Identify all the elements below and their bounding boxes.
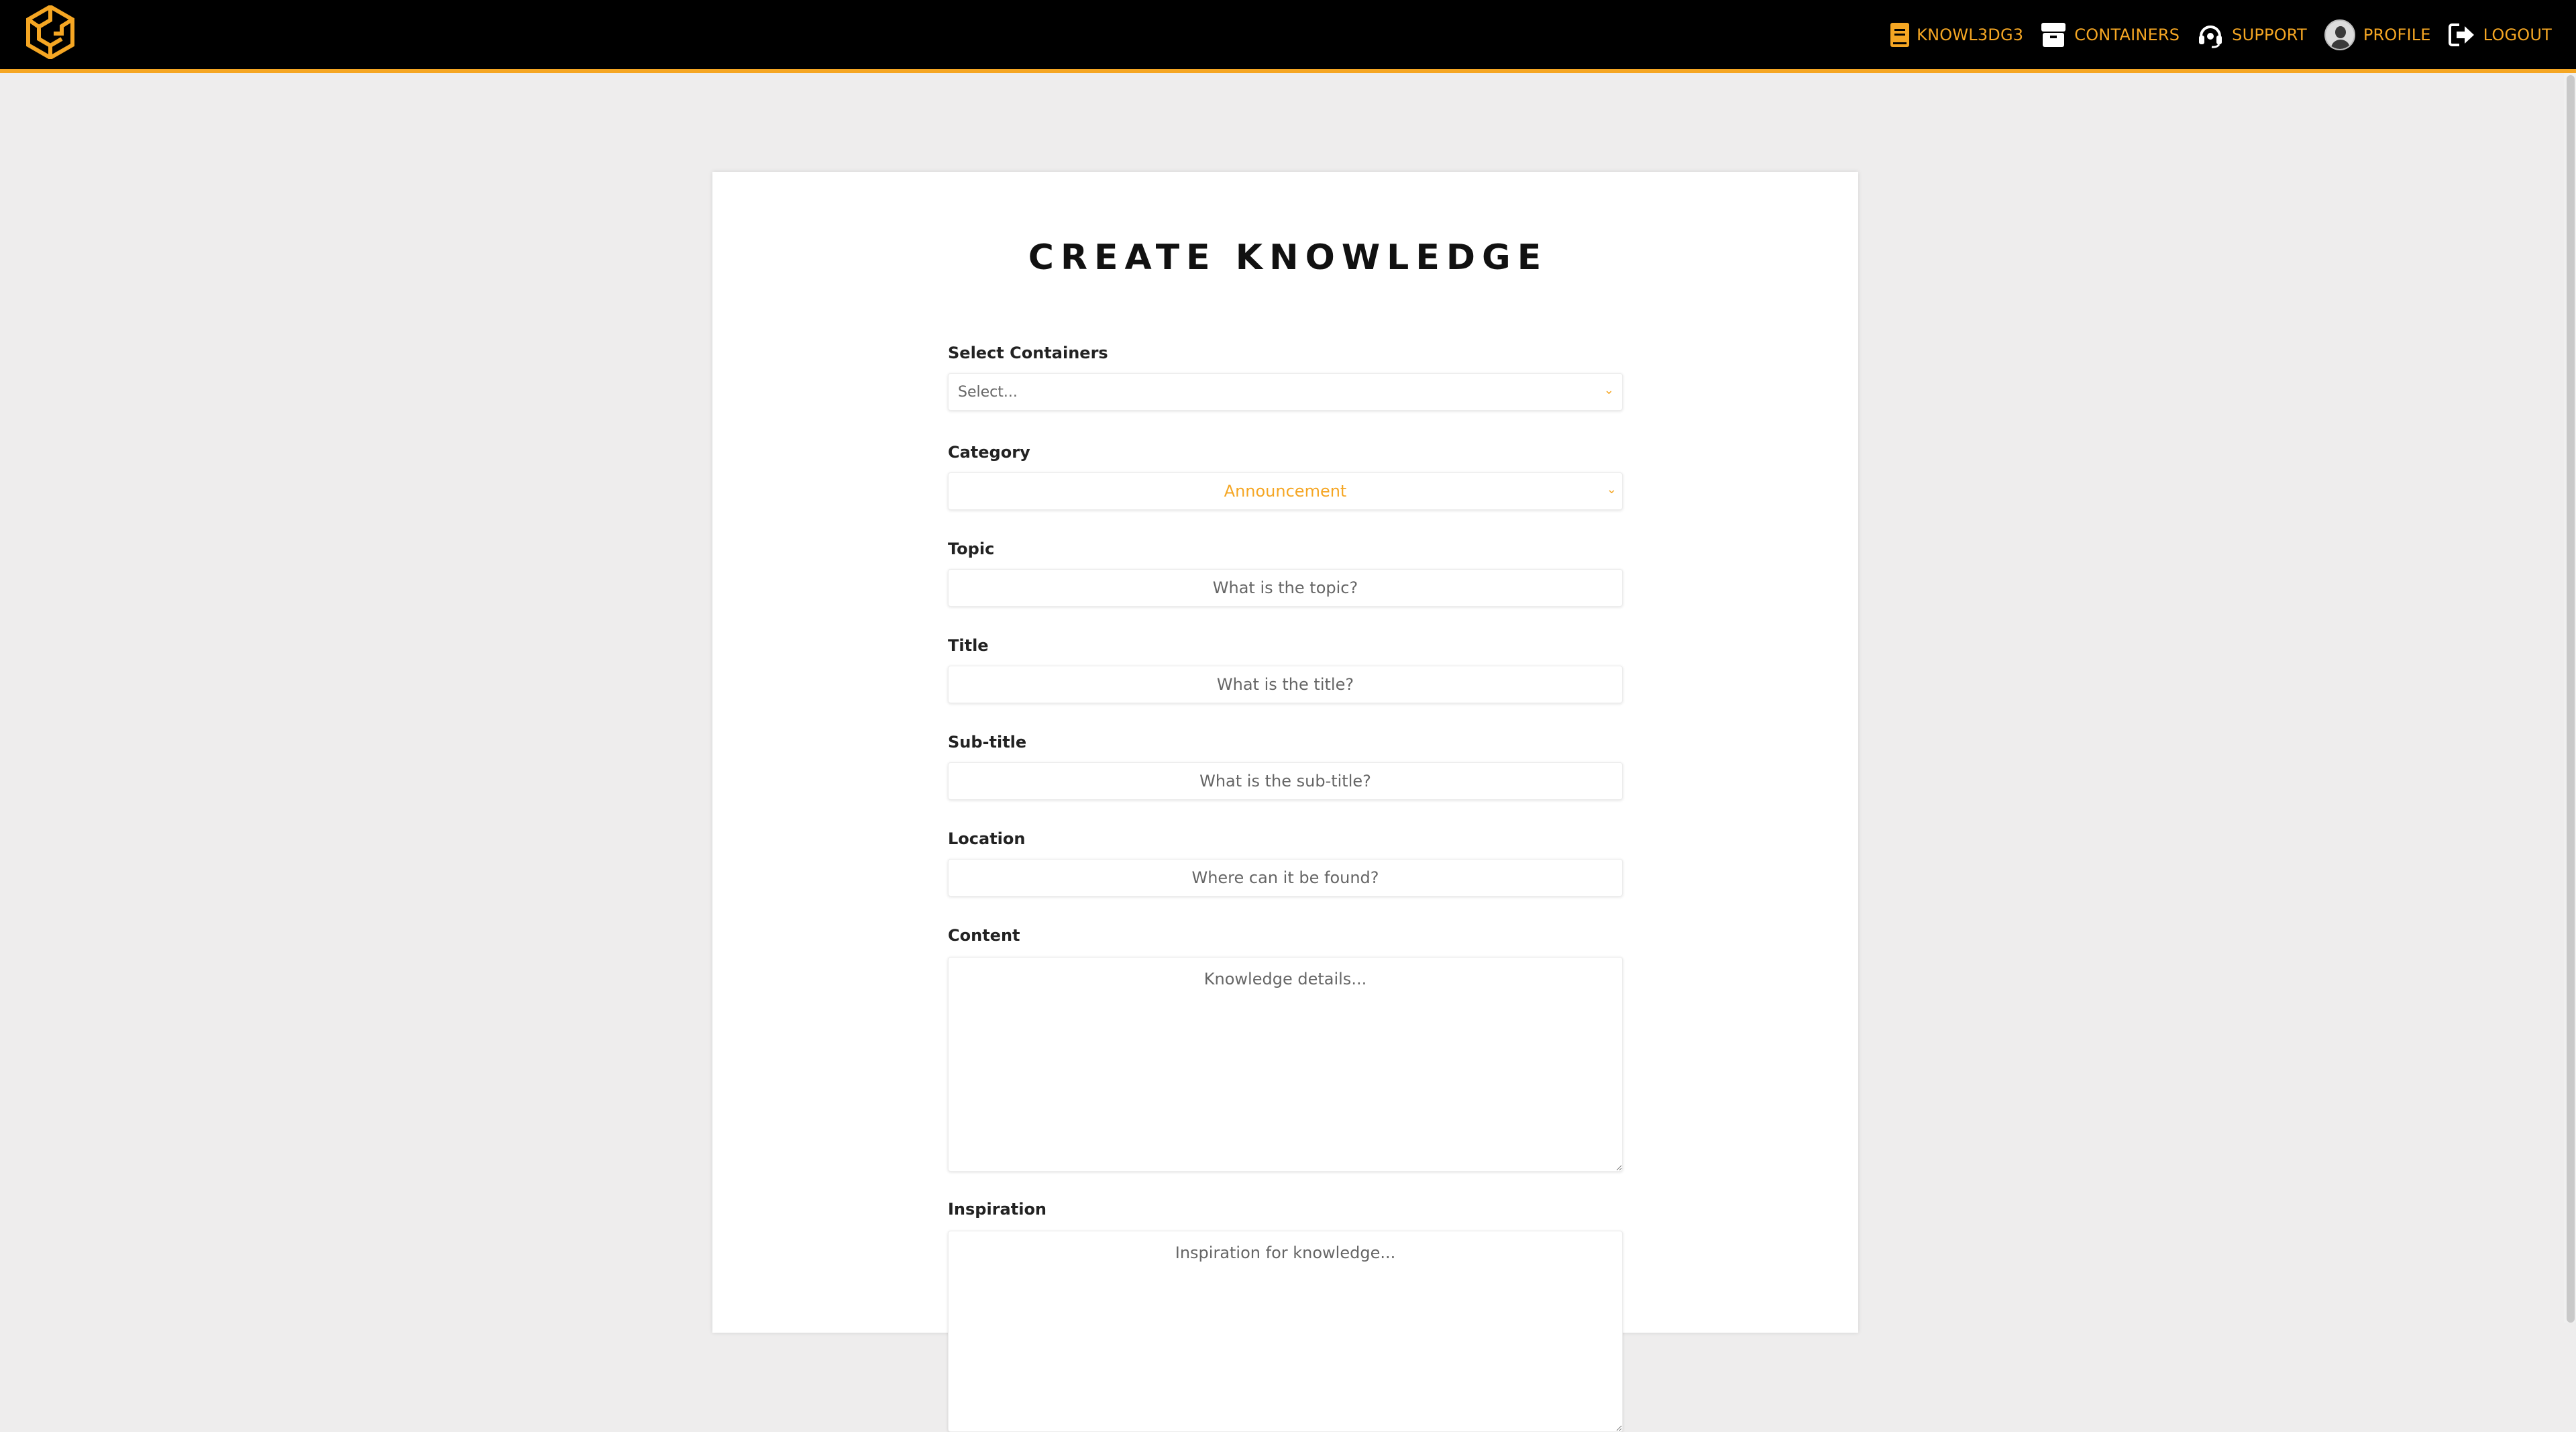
category-select[interactable]: Announcement ⌄	[948, 472, 1623, 510]
nav-logout[interactable]: LOGOUT	[2448, 23, 2552, 47]
content-label: Content	[948, 926, 1020, 945]
containers-placeholder: Select...	[958, 383, 1018, 401]
content-textarea[interactable]	[948, 957, 1623, 1172]
title-label: Title	[948, 636, 989, 655]
nav-knowl3dg3[interactable]: KNOWL3DG3	[1890, 22, 2023, 48]
top-navbar: KNOWL3DG3 CONTAINERS SUPPORT PROFILE LOG…	[0, 0, 2576, 73]
top-nav: KNOWL3DG3 CONTAINERS SUPPORT PROFILE LOG…	[1872, 0, 2552, 69]
inspiration-textarea[interactable]	[948, 1231, 1623, 1432]
location-label: Location	[948, 829, 1026, 848]
book-icon	[1890, 22, 1910, 48]
subtitle-input[interactable]	[948, 762, 1623, 800]
containers-select[interactable]: Select... ⌄	[948, 373, 1623, 411]
nav-label: SUPPORT	[2232, 25, 2307, 44]
containers-label: Select Containers	[948, 344, 1108, 362]
category-value: Announcement	[1224, 482, 1347, 501]
nav-label: LOGOUT	[2483, 25, 2552, 44]
logout-icon	[2448, 23, 2475, 47]
nav-label: KNOWL3DG3	[1917, 25, 2024, 44]
subtitle-label: Sub-title	[948, 733, 1027, 752]
chevron-down-icon: ⌄	[1603, 383, 1614, 397]
page-title: CREATE KNOWLEDGE	[1028, 238, 1548, 278]
topic-input[interactable]	[948, 569, 1623, 607]
chevron-down-icon: ⌄	[1606, 482, 1617, 497]
nav-support[interactable]: SUPPORT	[2197, 21, 2307, 48]
nav-containers[interactable]: CONTAINERS	[2041, 22, 2180, 48]
inspiration-label: Inspiration	[948, 1200, 1047, 1219]
location-input[interactable]	[948, 859, 1623, 897]
category-label: Category	[948, 443, 1030, 462]
nav-label: CONTAINERS	[2074, 25, 2180, 44]
avatar	[2324, 19, 2355, 50]
nav-profile[interactable]: PROFILE	[2324, 19, 2431, 50]
title-input[interactable]	[948, 666, 1623, 703]
app-logo[interactable]	[25, 5, 75, 59]
headset-icon	[2197, 21, 2224, 48]
nav-label: PROFILE	[2363, 25, 2431, 44]
box-icon	[2041, 22, 2066, 48]
topic-label: Topic	[948, 540, 995, 558]
